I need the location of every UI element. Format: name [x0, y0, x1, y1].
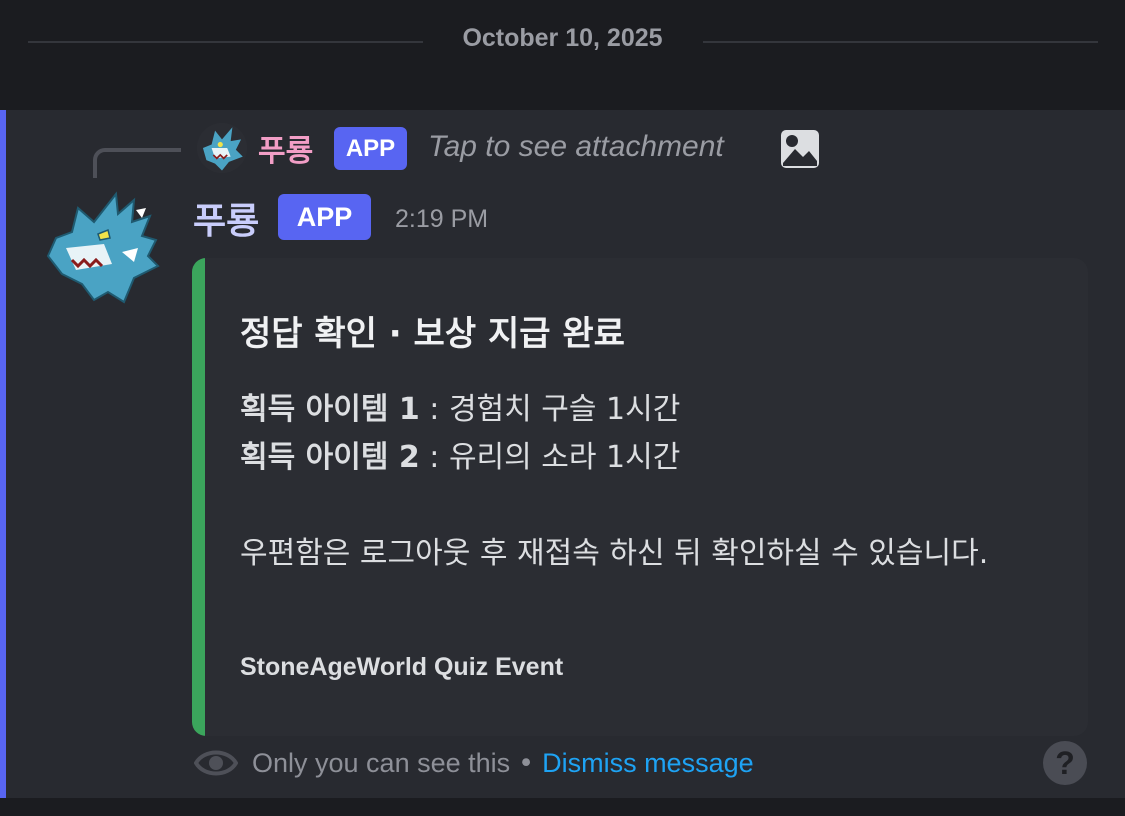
- embed-item-label: 획득 아이템 1: [240, 392, 420, 427]
- embed-item-label: 획득 아이템 2: [240, 440, 420, 475]
- image-icon: [781, 130, 819, 168]
- author-app-tag: APP: [278, 194, 371, 240]
- embed-description: 획득 아이템 1 : 경험치 구슬 1시간 획득 아이템 2 : 유리의 소라 …: [240, 386, 1040, 578]
- embed-item-value: : 유리의 소라 1시간: [419, 440, 681, 475]
- divider-line-right: [703, 41, 1098, 43]
- embed-item-2: 획득 아이템 2 : 유리의 소라 1시간: [240, 434, 1040, 482]
- author-avatar-icon[interactable]: [42, 182, 162, 306]
- dismiss-message-link[interactable]: Dismiss message: [542, 748, 754, 779]
- bottom-bar: [0, 798, 1125, 816]
- message: 푸룡 APP Tap to see attachment 푸룡 APP 2:19…: [0, 110, 1125, 798]
- reply-author-name[interactable]: 푸룡: [258, 126, 313, 170]
- help-icon[interactable]: ?: [1043, 741, 1087, 785]
- reply-app-tag: APP: [334, 127, 407, 170]
- reply-avatar-icon[interactable]: [196, 122, 248, 174]
- embed-item-value: : 경험치 구슬 1시간: [419, 392, 681, 427]
- embed-footer: StoneAgeWorld Quiz Event: [240, 653, 564, 681]
- eye-icon: [194, 750, 238, 776]
- divider-date: October 10, 2025: [462, 24, 663, 52]
- embed-note: 우편함은 로그아웃 후 재접속 하신 뒤 확인하실 수 있습니다.: [240, 536, 989, 571]
- embed-accent-bar: [192, 258, 205, 736]
- reply-spine: [93, 148, 181, 178]
- embed-title: 정답 확인 · 보상 지급 완료: [240, 314, 625, 354]
- embed-card: 정답 확인 · 보상 지급 완료 획득 아이템 1 : 경험치 구슬 1시간 획…: [192, 258, 1088, 736]
- author-name[interactable]: 푸룡: [193, 192, 259, 244]
- date-divider: October 10, 2025: [0, 0, 1125, 110]
- reply-preview-text[interactable]: Tap to see attachment: [428, 130, 724, 164]
- embed-item-1: 획득 아이템 1 : 경험치 구슬 1시간: [240, 386, 1040, 434]
- ephemeral-text: Only you can see this: [252, 747, 511, 778]
- ephemeral-separator: •: [518, 747, 535, 779]
- ephemeral-notice: Only you can see this • Dismiss message: [194, 743, 754, 783]
- message-highlight-bar: [0, 110, 6, 798]
- message-timestamp[interactable]: 2:19 PM: [395, 205, 488, 234]
